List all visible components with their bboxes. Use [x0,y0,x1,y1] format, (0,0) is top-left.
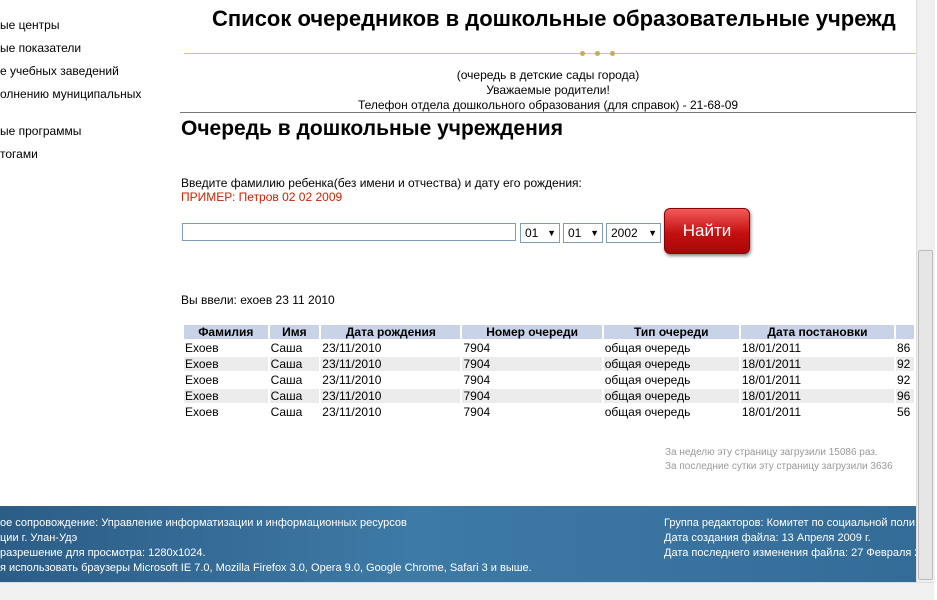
cell-position: 96 [896,389,914,403]
cell-queue-type: общая очередь [603,373,739,387]
year-select[interactable]: 2002 ▼ [606,223,661,243]
cell-queue-type: общая очередь [603,405,739,419]
table-header-row: Фамилия Имя Дата рождения Номер очереди … [184,325,914,339]
footer: ое сопровождение: Управление информатиза… [0,506,916,582]
sidebar-item[interactable]: ые центры [0,14,175,37]
ornament-dot [595,51,600,56]
ornament-line [184,53,916,54]
page-title: Список очередников в дошкольные образова… [212,6,896,31]
cell-birthdate: 23/11/2010 [321,357,461,371]
cell-birthdate: 23/11/2010 [321,389,461,403]
sidebar-item[interactable]: ые программы [0,120,175,143]
cell-surname: Ехоев [184,405,268,419]
cell-position: 92 [896,357,914,371]
cell-birthdate: 23/11/2010 [321,405,461,419]
cell-registration-date: 18/01/2011 [740,357,894,371]
phone-info: Телефон отдела дошкольного образования (… [357,98,739,112]
cell-name: Саша [269,405,320,419]
cell-registration-date: 18/01/2011 [740,373,894,387]
footer-line: Группа редакторов: Комитет по социальной… [664,517,915,529]
stats-week: За неделю эту страницу загрузили 15086 р… [665,447,878,458]
search-instruction: Введите фамилию ребенка(без имени и отче… [181,176,582,190]
cell-queue-number: 7904 [462,389,602,403]
col-registration-date: Дата постановки [740,325,894,339]
subtitle: (очередь в детские сады города) [456,68,640,82]
cell-queue-number: 7904 [462,405,602,419]
footer-line: ции г. Улан-Удэ [0,532,78,544]
footer-line: я использовать браузеры Microsoft IE 7.0… [0,562,532,574]
divider [180,112,916,113]
table-row: Ехоев Саша 23/11/2010 7904 общая очередь… [184,357,914,371]
table-row: Ехоев Саша 23/11/2010 7904 общая очередь… [184,341,914,355]
section-title: Очередь в дошкольные учреждения [181,117,563,140]
cell-registration-date: 18/01/2011 [740,389,894,403]
sidebar-item[interactable]: е учебных заведений [0,60,175,83]
footer-line: Дата последнего изменения файла: 27 Февр… [664,547,916,559]
cell-birthdate: 23/11/2010 [321,341,461,355]
cell-queue-number: 7904 [462,341,602,355]
col-position [896,325,914,339]
cell-queue-type: общая очередь [603,389,739,403]
cell-surname: Ехоев [184,373,268,387]
cell-queue-number: 7904 [462,357,602,371]
ornament-dot [580,51,585,56]
cell-queue-number: 7904 [462,373,602,387]
stats-day: За последние сутки эту страницу загрузил… [665,461,893,472]
footer-line: Дата создания файла: 13 Апреля 2009 г. [664,532,871,544]
cell-name: Саша [269,373,320,387]
col-name: Имя [269,325,320,339]
cell-registration-date: 18/01/2011 [740,341,894,355]
day-value: 01 [525,226,539,240]
col-queue-number: Номер очереди [462,325,602,339]
day-select[interactable]: 01 ▼ [520,223,560,243]
col-surname: Фамилия [184,325,268,339]
cell-surname: Ехоев [184,389,268,403]
surname-input[interactable] [182,223,516,241]
sidebar-item[interactable]: олнению муниципальных [0,83,175,106]
cell-surname: Ехоев [184,341,268,355]
find-button[interactable]: Найти [664,208,750,254]
chevron-down-icon: ▼ [648,228,657,238]
month-select[interactable]: 01 ▼ [563,223,603,243]
cell-queue-type: общая очередь [603,357,739,371]
results-table: Фамилия Имя Дата рождения Номер очереди … [182,323,916,421]
col-birthdate: Дата рождения [321,325,461,339]
scrollbar-thumb[interactable] [918,250,933,580]
search-example: ПРИМЕР: Петров 02 02 2009 [181,190,343,204]
cell-name: Саша [269,389,320,403]
col-queue-type: Тип очереди [603,325,739,339]
cell-surname: Ехоев [184,357,268,371]
chevron-down-icon: ▼ [590,228,599,238]
year-value: 2002 [611,226,638,240]
cell-position: 92 [896,373,914,387]
month-value: 01 [568,226,582,240]
table-row: Ехоев Саша 23/11/2010 7904 общая очередь… [184,389,914,403]
cell-position: 56 [896,405,914,419]
footer-line: разрешение для просмотра: 1280x1024. [0,547,206,559]
table-row: Ехоев Саша 23/11/2010 7904 общая очередь… [184,373,914,387]
footer-right: Группа редакторов: Комитет по социальной… [664,516,916,561]
footer-line: ое сопровождение: Управление информатиза… [0,517,407,529]
cell-position: 86 [896,341,914,355]
cell-queue-type: общая очередь [603,341,739,355]
sidebar-item[interactable]: ые показатели [0,37,175,60]
greeting: Уважаемые родители! [486,83,610,97]
chevron-down-icon: ▼ [547,228,556,238]
ornament-divider [184,51,916,56]
sidebar-menu: ые центры ые показатели е учебных заведе… [0,14,175,166]
entered-query: Вы ввели: ехоев 23 11 2010 [181,293,335,307]
cell-name: Саша [269,357,320,371]
cell-birthdate: 23/11/2010 [321,373,461,387]
vertical-scrollbar[interactable] [916,0,935,582]
ornament-dot [610,51,615,56]
table-row: Ехоев Саша 23/11/2010 7904 общая очередь… [184,405,914,419]
cell-name: Саша [269,341,320,355]
horizontal-scrollbar[interactable] [0,582,934,600]
footer-left: ое сопровождение: Управление информатиза… [0,516,532,576]
cell-registration-date: 18/01/2011 [740,405,894,419]
sidebar-item[interactable]: тогами [0,143,175,166]
